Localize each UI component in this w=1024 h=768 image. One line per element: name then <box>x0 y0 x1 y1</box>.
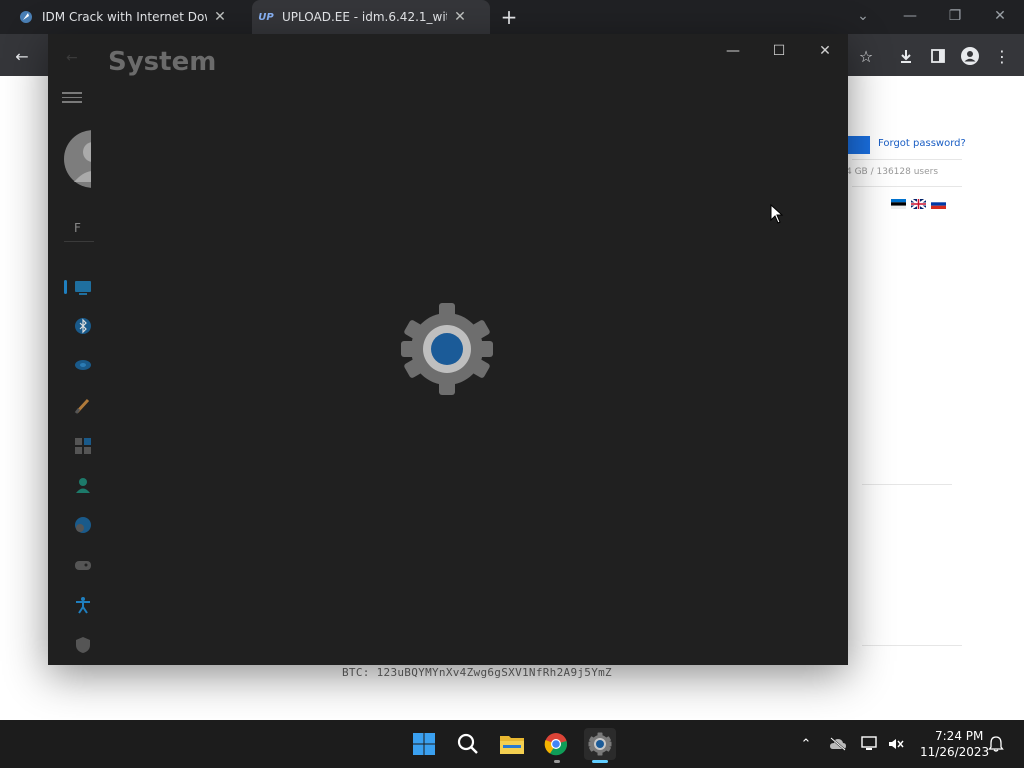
tab-search-icon[interactable]: ⌄ <box>849 4 877 28</box>
start-windows-icon[interactable] <box>408 728 440 760</box>
chrome-icon[interactable] <box>540 728 572 760</box>
russian-flag-icon[interactable] <box>931 194 946 209</box>
close-icon[interactable]: ✕ <box>810 38 840 64</box>
profile-icon[interactable] <box>958 44 982 68</box>
estonian-flag-icon[interactable] <box>891 194 906 209</box>
search-icon[interactable] <box>452 728 484 760</box>
divider <box>862 484 952 485</box>
btc-address: BTC: 123uBQYMYnXv4Zwg6gSXV1NfRh2A9j5YmZ <box>342 666 612 679</box>
accessibility-icon[interactable] <box>74 596 92 614</box>
avatar[interactable] <box>64 130 91 190</box>
bluetooth-icon[interactable] <box>74 317 92 335</box>
notification-bell-icon[interactable] <box>987 735 1005 753</box>
back-arrow-icon[interactable]: ← <box>10 44 34 68</box>
more-menu-icon[interactable]: ⋮ <box>990 44 1014 68</box>
download-icon[interactable] <box>894 44 918 68</box>
volume-muted-icon[interactable] <box>887 735 905 753</box>
file-explorer-icon[interactable] <box>496 728 528 760</box>
idm-favicon-icon <box>18 9 34 25</box>
maximize-icon[interactable]: ☐ <box>764 38 794 64</box>
tab-upload-ee[interactable]: UP UPLOAD.EE - idm.6.42.1_with_ac ✕ <box>252 0 490 34</box>
page-title: System <box>108 47 217 77</box>
close-icon[interactable]: ✕ <box>451 8 469 26</box>
settings-gear-icon <box>399 301 495 397</box>
privacy-shield-icon[interactable] <box>74 636 92 654</box>
apps-icon[interactable] <box>74 437 92 455</box>
clock-date[interactable]: 11/26/2023 <box>920 745 989 759</box>
tab-title: IDM Crack with Internet Downlo <box>42 10 207 24</box>
login-button[interactable] <box>848 136 870 154</box>
divider <box>862 645 962 646</box>
mouse-cursor-icon <box>770 203 784 228</box>
divider <box>852 159 962 160</box>
network-icon[interactable] <box>74 356 92 374</box>
time-language-icon[interactable] <box>74 516 92 534</box>
uk-flag-icon[interactable] <box>910 194 927 210</box>
gaming-icon[interactable] <box>74 556 92 574</box>
clock-time[interactable]: 7:24 PM <box>935 729 983 743</box>
accounts-icon[interactable] <box>74 476 92 494</box>
running-indicator <box>554 760 560 763</box>
settings-window: ← System — ☐ ✕ F <box>48 34 848 665</box>
back-arrow-icon[interactable]: ← <box>66 50 78 66</box>
settings-search-input[interactable]: F <box>64 214 94 242</box>
forgot-password-link[interactable]: Forgot password? <box>878 138 966 149</box>
close-icon[interactable]: ✕ <box>986 4 1014 28</box>
site-stats: 4 GB / 136128 users <box>846 167 939 177</box>
new-tab-icon[interactable]: + <box>498 5 520 29</box>
system-display-icon[interactable] <box>74 278 92 296</box>
nav-active-indicator <box>64 280 67 294</box>
settings-app-icon[interactable] <box>584 728 616 760</box>
bookmark-star-icon[interactable]: ☆ <box>854 44 878 68</box>
hamburger-menu-icon[interactable] <box>62 89 82 105</box>
close-icon[interactable]: ✕ <box>211 8 229 26</box>
divider <box>852 186 962 187</box>
tab-idm-crack[interactable]: IDM Crack with Internet Downlo ✕ <box>18 0 248 34</box>
tab-title: UPLOAD.EE - idm.6.42.1_with_ac <box>282 10 447 24</box>
network-monitor-icon[interactable] <box>861 735 879 753</box>
chevron-up-icon[interactable]: ⌃ <box>797 735 815 753</box>
minimize-icon[interactable]: — <box>896 4 924 28</box>
personalization-brush-icon[interactable] <box>74 396 92 414</box>
restore-icon[interactable]: ❐ <box>941 4 969 28</box>
minimize-icon[interactable]: — <box>718 38 748 64</box>
upload-favicon-icon: UP <box>258 11 274 23</box>
side-panel-icon[interactable] <box>926 44 950 68</box>
active-app-indicator <box>592 760 608 763</box>
onedrive-offline-icon[interactable] <box>829 735 847 753</box>
